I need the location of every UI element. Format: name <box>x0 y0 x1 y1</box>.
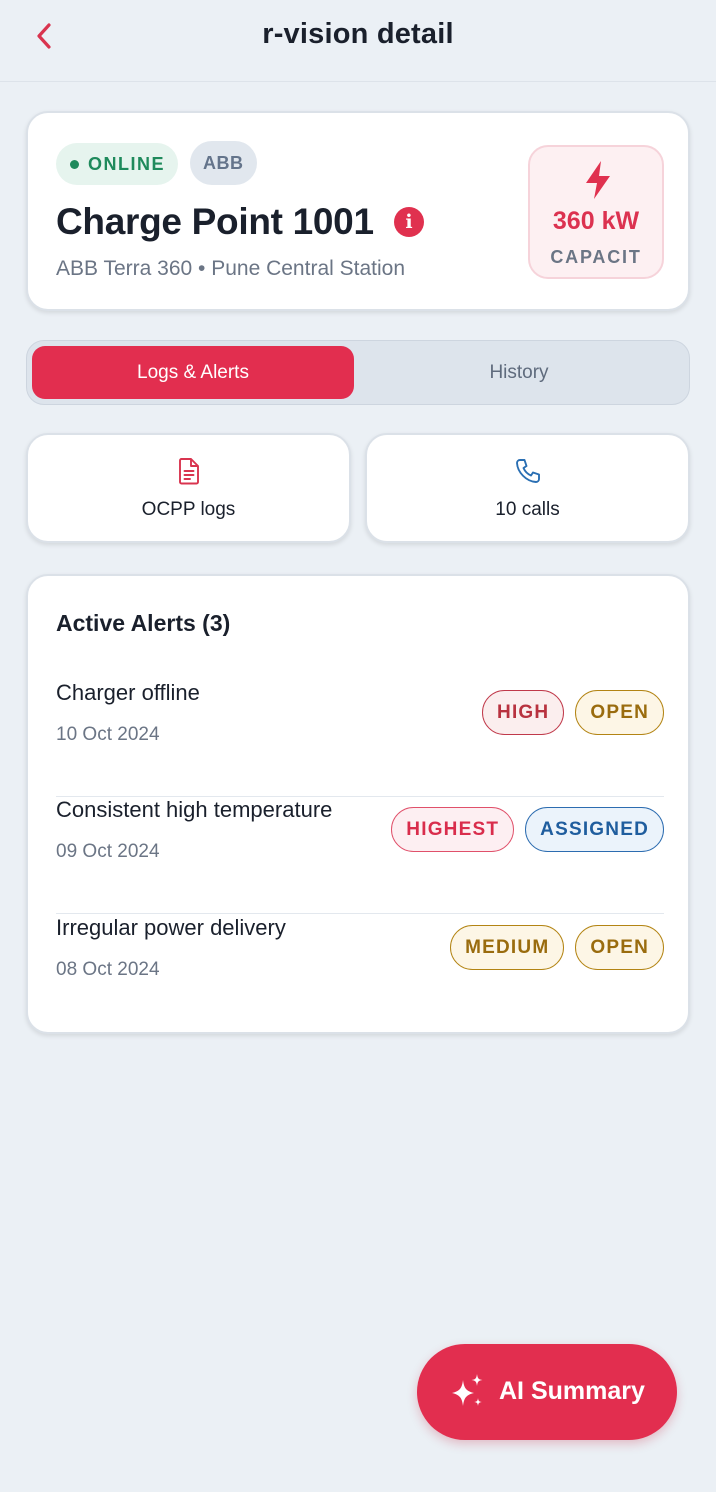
status-label: ONLINE <box>88 153 166 174</box>
alert-title: Charger offline <box>56 680 200 705</box>
alert-title: Consistent high temperature <box>56 797 333 822</box>
alert-date: 09 Oct 2024 <box>56 841 160 862</box>
calls-label: 10 calls <box>495 499 560 520</box>
alert-item[interactable]: Irregular power delivery 08 Oct 2024 MED… <box>56 915 664 1032</box>
header-bar: r-vision detail <box>0 0 716 82</box>
page-title: r-vision detail <box>262 18 454 50</box>
ai-summary-label: AI Summary <box>499 1377 645 1405</box>
charger-subtitle: ABB Terra 360 • Pune Central Station <box>56 257 406 280</box>
charger-summary-card: ONLINE ABB Charge Point 1001 i ABB Terra… <box>26 111 690 311</box>
ocpp-logs-button[interactable]: OCPP logs <box>26 433 351 543</box>
charger-name: Charge Point 1001 <box>56 201 374 242</box>
status-badge: OPEN <box>575 690 664 735</box>
severity-badge: MEDIUM <box>450 925 565 970</box>
status-badge: ASSIGNED <box>525 807 664 852</box>
capacity-box: 360 kW CAPACIT <box>528 145 664 279</box>
alert-badges: HIGH OPEN <box>482 690 664 735</box>
info-icon[interactable]: i <box>394 207 424 237</box>
capacity-value: 360 kW <box>552 207 640 235</box>
ocpp-logs-label: OCPP logs <box>141 499 236 520</box>
alerts-title: Active Alerts (3) <box>56 610 231 636</box>
app-screen: r-vision detail ONLINE ABB Charge Point … <box>0 0 716 1492</box>
alert-date: 08 Oct 2024 <box>56 959 160 980</box>
alert-item[interactable]: Charger offline 10 Oct 2024 HIGH OPEN <box>56 680 664 797</box>
phone-icon <box>515 459 540 483</box>
alert-item[interactable]: Consistent high temperature 09 Oct 2024 … <box>56 797 664 914</box>
alert-title: Irregular power delivery <box>56 915 286 940</box>
alert-badges: MEDIUM OPEN <box>450 925 664 970</box>
capacity-label: CAPACIT <box>550 247 642 267</box>
status-dot-icon <box>70 159 79 169</box>
tab-logs-alerts[interactable]: Logs & Alerts <box>32 346 354 399</box>
alert-date: 10 Oct 2024 <box>56 724 160 745</box>
brand-badge: ABB <box>190 141 257 185</box>
severity-badge: HIGHEST <box>391 807 515 852</box>
alert-badges: HIGHEST ASSIGNED <box>391 807 664 852</box>
calls-button[interactable]: 10 calls <box>365 433 690 543</box>
tab-bar: Logs & Alerts History <box>26 340 690 405</box>
tab-history[interactable]: History <box>358 346 680 399</box>
bolt-icon <box>586 161 610 199</box>
ai-summary-button[interactable]: AI Summary <box>417 1344 677 1440</box>
document-icon <box>178 458 199 485</box>
sparkles-icon <box>452 1374 483 1406</box>
severity-badge: HIGH <box>482 690 565 735</box>
status-badge: ONLINE <box>56 143 179 185</box>
active-alerts-card: Active Alerts (3) Charger offline 10 Oct… <box>26 574 690 1034</box>
status-badge: OPEN <box>575 925 664 970</box>
